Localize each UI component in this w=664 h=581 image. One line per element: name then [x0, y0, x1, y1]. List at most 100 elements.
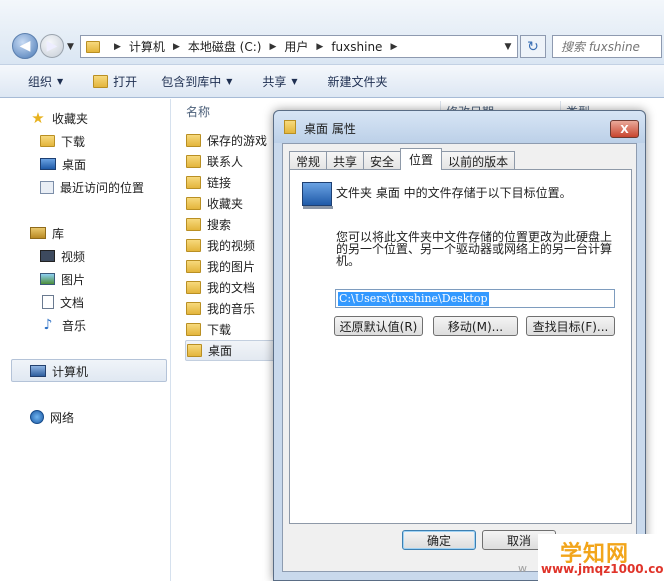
breadcrumb-arrow-icon[interactable]: ▶: [390, 42, 397, 52]
path-value: C:\Users\fuxshine\Desktop: [338, 292, 489, 306]
nav-computer-label: 计算机: [52, 364, 89, 379]
list-item-label: 搜索: [207, 218, 232, 232]
desktop-icon: [302, 182, 333, 209]
address-bar[interactable]: ▶ 计算机 ▶ 本地磁盘 (C:) ▶ 用户 ▶ fuxshine ▶ ▼: [80, 35, 518, 58]
computer-icon: [30, 365, 46, 377]
list-item-label: 我的图片: [207, 260, 256, 274]
folder-icon: [186, 239, 201, 252]
dialog-body: 常规 共享 安全 位置 以前的版本 文件夹 桌面 中的文件存储于以下目标位置。 …: [282, 143, 637, 572]
location-panel: 文件夹 桌面 中的文件存储于以下目标位置。 您可以将此文件夹中文件存储的位置更改…: [289, 169, 632, 524]
ok-button[interactable]: 确定: [402, 530, 476, 550]
folder-icon: [186, 155, 201, 168]
watermark: w 学知网 www.jmqz1000.com: [518, 534, 664, 581]
nav-documents-label: 文档: [60, 295, 85, 310]
nav-desktop[interactable]: 桌面: [40, 153, 86, 175]
folder-icon: [187, 344, 202, 357]
nav-recent-places[interactable]: 最近访问的位置: [40, 176, 144, 198]
nav-desktop-label: 桌面: [62, 157, 87, 172]
refresh-button[interactable]: ↻: [520, 35, 546, 58]
nav-music[interactable]: ♪ 音乐: [40, 314, 86, 336]
new-folder-button[interactable]: 新建文件夹: [322, 70, 394, 92]
share-button[interactable]: 共享 ▼: [256, 70, 303, 92]
nav-videos-label: 视频: [61, 249, 86, 264]
list-item[interactable]: 收藏夹: [186, 193, 243, 214]
tab-security[interactable]: 安全: [363, 151, 402, 170]
nav-pictures-label: 图片: [61, 272, 86, 287]
downloads-folder-icon: [40, 135, 55, 147]
desktop-icon: [40, 158, 56, 170]
share-label: 共享: [262, 74, 287, 89]
nav-libraries[interactable]: 库: [30, 222, 64, 244]
breadcrumb-fuxshine[interactable]: fuxshine: [331, 40, 382, 54]
breadcrumb-local-disk[interactable]: 本地磁盘 (C:): [188, 38, 262, 55]
tab-previous-versions[interactable]: 以前的版本: [441, 151, 516, 170]
close-icon: X: [620, 122, 629, 136]
nav-downloads[interactable]: 下载: [40, 130, 85, 152]
path-input[interactable]: C:\Users\fuxshine\Desktop: [335, 289, 615, 308]
list-item-selected[interactable]: 桌面: [185, 340, 277, 361]
include-library-label: 包含到库中: [161, 74, 222, 89]
search-box[interactable]: [552, 35, 662, 58]
address-row: ◀ ▶ ▼ ▶ 计算机 ▶ 本地磁盘 (C:) ▶ 用户 ▶ fuxshine ▶ ▼ …: [0, 0, 664, 64]
breadcrumb-arrow-icon[interactable]: ▶: [114, 42, 121, 52]
nav-network[interactable]: 网络: [30, 406, 74, 428]
tab-general[interactable]: 常规: [289, 151, 328, 170]
nav-computer[interactable]: 计算机: [30, 360, 88, 382]
nav-documents[interactable]: 文档: [40, 291, 84, 313]
dropdown-arrow-icon: ▼: [226, 76, 233, 86]
list-item-label: 下载: [207, 323, 232, 337]
dialog-title-bar[interactable]: 桌面 属性 X: [274, 111, 645, 143]
nav-downloads-label: 下载: [61, 134, 86, 149]
breadcrumb-arrow-icon[interactable]: ▶: [173, 42, 180, 52]
open-button[interactable]: 打开: [87, 70, 143, 92]
nav-pictures[interactable]: 图片: [40, 268, 85, 290]
breadcrumb-users[interactable]: 用户: [284, 38, 308, 55]
list-item-label: 联系人: [207, 155, 244, 169]
list-item[interactable]: 搜索: [186, 214, 231, 235]
address-dropdown-icon[interactable]: ▼: [499, 42, 517, 52]
folder-icon: [186, 281, 201, 294]
list-item[interactable]: 我的文档: [186, 277, 255, 298]
breadcrumb-arrow-icon[interactable]: ▶: [316, 42, 323, 52]
dropdown-arrow-icon: ▼: [291, 76, 298, 86]
folder-icon: [186, 176, 201, 189]
breadcrumb-computer[interactable]: 计算机: [129, 38, 165, 55]
restore-default-button[interactable]: 还原默认值(R): [334, 316, 423, 336]
tab-location[interactable]: 位置: [400, 148, 443, 170]
star-icon: ★: [31, 109, 45, 127]
location-description: 您可以将此文件夹中文件存储的位置更改为此硬盘上 的另一个位置、另一个驱动器或网络…: [336, 231, 626, 267]
move-button[interactable]: 移动(M)...: [433, 316, 518, 336]
list-item[interactable]: 联系人: [186, 151, 243, 172]
list-item-label: 链接: [207, 176, 232, 190]
video-icon: [40, 250, 55, 262]
watermark-partial: w: [518, 562, 527, 575]
list-item[interactable]: 保存的游戏: [186, 130, 267, 151]
list-item[interactable]: 下载: [186, 319, 231, 340]
nav-videos[interactable]: 视频: [40, 245, 85, 267]
arrow-left-icon: ◀: [19, 38, 31, 54]
back-button[interactable]: ◀: [12, 33, 38, 59]
list-item[interactable]: 链接: [186, 172, 231, 193]
include-library-button[interactable]: 包含到库中 ▼: [155, 70, 238, 92]
list-item[interactable]: 我的图片: [186, 256, 255, 277]
list-item[interactable]: 我的视频: [186, 235, 255, 256]
close-button[interactable]: X: [610, 120, 639, 138]
arrow-right-icon: ▶: [46, 38, 58, 54]
list-item[interactable]: 我的音乐: [186, 298, 255, 319]
recent-pages-dropdown-icon[interactable]: ▼: [67, 42, 74, 52]
column-header-name[interactable]: 名称: [186, 99, 210, 123]
organize-button[interactable]: 组织 ▼: [22, 70, 69, 92]
picture-icon: [40, 273, 55, 285]
list-item-label: 保存的游戏: [207, 134, 268, 148]
nav-libraries-label: 库: [52, 226, 65, 241]
nav-recent-label: 最近访问的位置: [60, 180, 145, 195]
nav-favorites[interactable]: ★ 收藏夹: [30, 107, 88, 129]
breadcrumb-arrow-icon[interactable]: ▶: [269, 42, 276, 52]
forward-button[interactable]: ▶: [40, 34, 64, 58]
find-target-button[interactable]: 查找目标(F)...: [526, 316, 615, 336]
description-line: 的另一个位置、另一个驱动器或网络上的另一台计算: [336, 242, 613, 256]
tab-sharing[interactable]: 共享: [326, 151, 365, 170]
folder-icon: [186, 260, 201, 273]
search-input[interactable]: [553, 36, 661, 57]
nav-music-label: 音乐: [62, 318, 87, 333]
